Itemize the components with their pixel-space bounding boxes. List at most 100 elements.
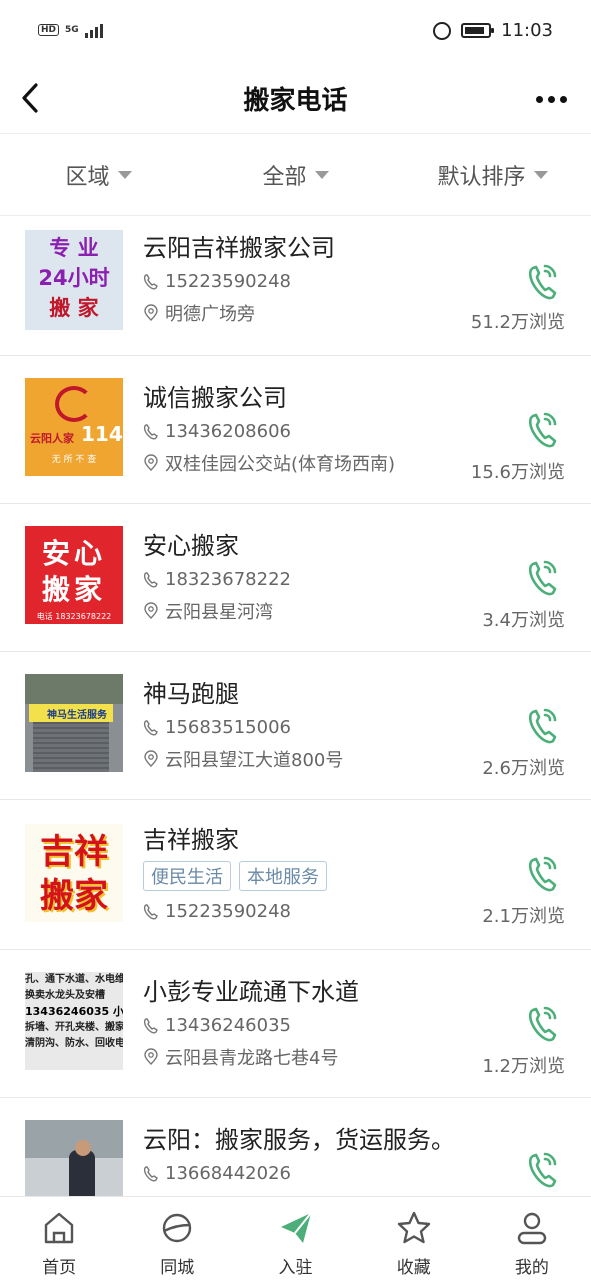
user-icon [517, 1212, 547, 1245]
signal-label: 5G [65, 25, 79, 35]
listing-thumbnail: 云阳人家 114 无 所 不 查 [25, 378, 123, 476]
filter-sort[interactable]: 默认排序 [394, 134, 591, 215]
call-icon[interactable] [525, 556, 561, 600]
call-icon[interactable] [525, 704, 561, 748]
paper-plane-icon [280, 1212, 312, 1243]
listing-views: 15.6万浏览 [470, 462, 565, 483]
tab-mine[interactable]: 我的 [473, 1197, 591, 1280]
thumb-text: 专 业 [49, 236, 99, 260]
list-item[interactable]: 专 业 24小时 搬 家 云阳吉祥搬家公司 15223590248 明德广场旁 … [0, 216, 591, 356]
listing-views: 2.1万浏览 [482, 906, 565, 927]
listing-phone: 13668442026 [165, 1163, 291, 1184]
more-icon [535, 95, 543, 103]
location-icon [144, 1048, 158, 1065]
location-icon [144, 454, 158, 471]
tab-city[interactable]: 同城 [118, 1197, 236, 1280]
filter-bar: 区域 全部 默认排序 [0, 134, 591, 216]
phone-icon [143, 571, 158, 587]
list-item[interactable]: 云阳：搬家服务，货运服务。 13668442026 [0, 1098, 591, 1208]
star-icon [397, 1211, 430, 1244]
phone-icon [143, 423, 158, 439]
listing-thumbnail: 孔、通下水道、水电维修 换卖水龙头及安槽 13436246035 小彭 拆墙、开… [25, 972, 123, 1070]
listing-name: 云阳：搬家服务，货运服务。 [143, 1126, 455, 1154]
listing-name: 诚信搬家公司 [143, 384, 287, 412]
filter-category[interactable]: 全部 [197, 134, 394, 215]
listing-name: 神马跑腿 [143, 680, 239, 708]
tab-label: 同城 [160, 1258, 195, 1278]
listing-views: 3.4万浏览 [482, 610, 565, 631]
listing-thumbnail: 吉祥 搬家 [25, 824, 123, 922]
tab-home[interactable]: 首页 [0, 1197, 118, 1280]
caret-down-icon [117, 170, 132, 179]
listing-views: 2.6万浏览 [482, 758, 565, 779]
listing-views: 1.2万浏览 [482, 1056, 565, 1077]
call-icon[interactable] [525, 260, 561, 304]
listing-phone: 15683515006 [165, 717, 291, 738]
phone-icon [143, 273, 158, 289]
thumb-text: 114 [81, 422, 123, 446]
listing-name: 安心搬家 [143, 532, 239, 560]
thumb-text: 神马生活服务 [47, 710, 107, 721]
tab-label: 收藏 [396, 1258, 431, 1278]
nav-bar: 搬家电话 [0, 64, 591, 134]
clock: 11:03 [501, 20, 553, 41]
listing-phone: 13436208606 [165, 421, 291, 442]
location-icon [144, 750, 158, 767]
planet-icon [163, 1213, 192, 1243]
listing-phone: 13436246035 [165, 1015, 291, 1036]
thumb-text: 拆墙、开孔夹楼、搬家 [25, 1022, 123, 1033]
phone-icon [143, 1165, 158, 1181]
list-item[interactable]: 安心 搬家 电话 18323678222 安心搬家 18323678222 云阳… [0, 504, 591, 652]
call-icon[interactable] [525, 1148, 561, 1192]
thumb-text: 清阴沟、防水、回收电器 [25, 1038, 123, 1049]
call-icon[interactable] [525, 852, 561, 896]
tag-badge: 本地服务 [239, 861, 327, 891]
tab-label: 入驻 [278, 1258, 313, 1278]
thumb-text: 24小时 [38, 266, 110, 290]
page-title: 搬家电话 [243, 86, 348, 116]
alarm-icon [433, 21, 452, 40]
listing-phone: 15223590248 [165, 271, 291, 292]
thumb-text: 安心 [41, 537, 106, 570]
network-type: HD [38, 24, 60, 36]
thumb-text: 搬家 [41, 573, 106, 606]
thumb-text: 云阳人家 [30, 432, 74, 445]
listing-thumbnail: 神马生活服务 [25, 674, 123, 772]
tab-join[interactable]: 入驻 [236, 1197, 354, 1280]
thumb-text: 吉祥 [40, 832, 108, 872]
listing-address: 双桂佳园公交站(体育场西南) [165, 454, 396, 475]
call-icon[interactable] [525, 408, 561, 452]
more-button[interactable] [531, 84, 571, 114]
list-item[interactable]: 孔、通下水道、水电维修 换卖水龙头及安槽 13436246035 小彭 拆墙、开… [0, 950, 591, 1098]
listing-list: 专 业 24小时 搬 家 云阳吉祥搬家公司 15223590248 明德广场旁 … [0, 216, 591, 1208]
listing-address: 云阳县望江大道800号 [165, 750, 344, 771]
caret-down-icon [533, 170, 548, 179]
list-item[interactable]: 吉祥 搬家 吉祥搬家 便民生活 本地服务 15223590248 2.1万浏览 [0, 800, 591, 950]
listing-address: 明德广场旁 [165, 304, 255, 325]
thumb-text: 孔、通下水道、水电维修 [25, 974, 123, 985]
listing-address: 云阳县星河湾 [165, 602, 273, 623]
listing-thumbnail: 专 业 24小时 搬 家 [25, 230, 123, 330]
listing-name: 小彭专业疏通下水道 [143, 978, 359, 1006]
home-icon [44, 1212, 74, 1244]
thumb-text: 搬家 [40, 876, 108, 916]
tab-label: 我的 [514, 1258, 549, 1278]
filter-region[interactable]: 区域 [0, 134, 197, 215]
bottom-tab-bar: 首页 同城 入驻 收藏 我的 [0, 1196, 591, 1280]
list-item[interactable]: 云阳人家 114 无 所 不 查 诚信搬家公司 13436208606 双桂佳园… [0, 356, 591, 504]
thumb-text: 搬 家 [49, 296, 99, 320]
list-item[interactable]: 神马生活服务 神马跑腿 15683515006 云阳县望江大道800号 2.6万… [0, 652, 591, 800]
listing-views: 51.2万浏览 [470, 312, 565, 333]
listing-name: 云阳吉祥搬家公司 [143, 234, 335, 262]
listing-name: 吉祥搬家 [143, 826, 239, 854]
tab-favorites[interactable]: 收藏 [355, 1197, 473, 1280]
location-icon [144, 304, 158, 321]
filter-label: 全部 [262, 164, 307, 190]
call-icon[interactable] [525, 1002, 561, 1046]
status-bar: HD 5G 11:03 [0, 0, 591, 64]
thumb-text: 13436246035 小彭 [25, 1005, 123, 1018]
phone-icon [143, 719, 158, 735]
listing-address: 云阳县青龙路七巷4号 [165, 1048, 339, 1069]
phone-icon [143, 1017, 158, 1033]
listing-phone: 18323678222 [165, 569, 291, 590]
